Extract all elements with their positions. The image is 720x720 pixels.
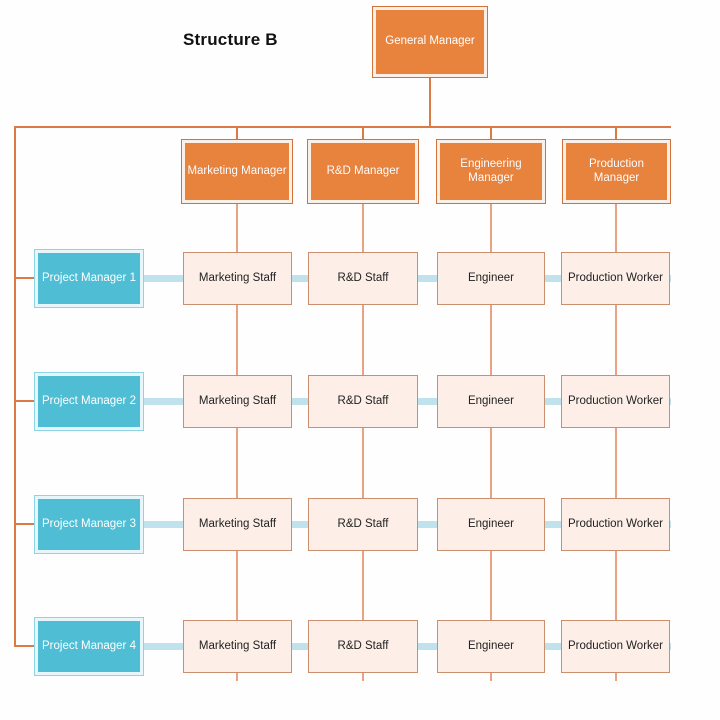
node-staff-r4c1[interactable]: Marketing Staff xyxy=(183,620,292,673)
node-staff-r1c4[interactable]: Production Worker xyxy=(561,252,670,305)
connector-gm-drop xyxy=(429,77,431,128)
node-staff-r2c3[interactable]: Engineer xyxy=(437,375,545,428)
node-staff-r4c4[interactable]: Production Worker xyxy=(561,620,670,673)
connector-pm-stub-1 xyxy=(14,277,37,279)
node-label: Project Manager 4 xyxy=(42,639,136,652)
node-label: R&D Staff xyxy=(337,517,389,530)
org-chart-canvas: Structure B General Manager Marketing Ma… xyxy=(0,0,720,720)
node-project-manager-2[interactable]: Project Manager 2 xyxy=(34,372,144,431)
node-staff-r1c2[interactable]: R&D Staff xyxy=(308,252,418,305)
node-label: R&D Manager xyxy=(326,164,400,177)
connector-main-bus xyxy=(14,126,671,128)
node-staff-r2c2[interactable]: R&D Staff xyxy=(308,375,418,428)
node-label: Production Worker xyxy=(567,639,664,652)
node-label: Production Worker xyxy=(567,271,664,284)
page-title: Structure B xyxy=(183,30,278,49)
node-marketing-manager[interactable]: Marketing Manager xyxy=(181,139,293,204)
node-label: Project Manager 3 xyxy=(42,517,136,530)
node-label: Marketing Staff xyxy=(198,394,277,407)
node-label: Engineer xyxy=(467,394,515,407)
node-label: Marketing Staff xyxy=(198,639,277,652)
node-staff-r3c3[interactable]: Engineer xyxy=(437,498,545,551)
node-staff-r1c3[interactable]: Engineer xyxy=(437,252,545,305)
node-staff-r1c1[interactable]: Marketing Staff xyxy=(183,252,292,305)
node-label: Project Manager 2 xyxy=(42,394,136,407)
node-label: Engineer xyxy=(467,517,515,530)
node-label: R&D Staff xyxy=(337,271,389,284)
node-label: Marketing Staff xyxy=(198,517,277,530)
node-label: R&D Staff xyxy=(337,639,389,652)
node-staff-r3c2[interactable]: R&D Staff xyxy=(308,498,418,551)
node-project-manager-4[interactable]: Project Manager 4 xyxy=(34,617,144,676)
node-staff-r3c1[interactable]: Marketing Staff xyxy=(183,498,292,551)
node-staff-r3c4[interactable]: Production Worker xyxy=(561,498,670,551)
node-staff-r4c3[interactable]: Engineer xyxy=(437,620,545,673)
node-staff-r2c4[interactable]: Production Worker xyxy=(561,375,670,428)
node-label: Engineer xyxy=(467,639,515,652)
node-label: Marketing Manager xyxy=(187,164,287,177)
node-project-manager-3[interactable]: Project Manager 3 xyxy=(34,495,144,554)
node-label: Project Manager 1 xyxy=(42,271,136,284)
node-label: Production Manager xyxy=(589,157,644,184)
node-production-manager[interactable]: Production Manager xyxy=(562,139,671,204)
node-staff-r4c2[interactable]: R&D Staff xyxy=(308,620,418,673)
node-label: Production Worker xyxy=(567,394,664,407)
node-label: Marketing Staff xyxy=(198,271,277,284)
node-label: General Manager xyxy=(385,35,475,48)
node-rd-manager[interactable]: R&D Manager xyxy=(307,139,419,204)
node-general-manager[interactable]: General Manager xyxy=(372,6,488,78)
node-staff-r2c1[interactable]: Marketing Staff xyxy=(183,375,292,428)
node-label: R&D Staff xyxy=(337,394,389,407)
node-label: Engineering Manager xyxy=(460,157,522,184)
connector-left-trunk xyxy=(14,126,16,647)
node-label: Production Worker xyxy=(567,517,664,530)
node-label: Engineer xyxy=(467,271,515,284)
connector-pm-stub-4 xyxy=(14,645,37,647)
connector-pm-stub-3 xyxy=(14,523,37,525)
node-project-manager-1[interactable]: Project Manager 1 xyxy=(34,249,144,308)
node-engineering-manager[interactable]: Engineering Manager xyxy=(436,139,546,204)
connector-pm-stub-2 xyxy=(14,400,37,402)
